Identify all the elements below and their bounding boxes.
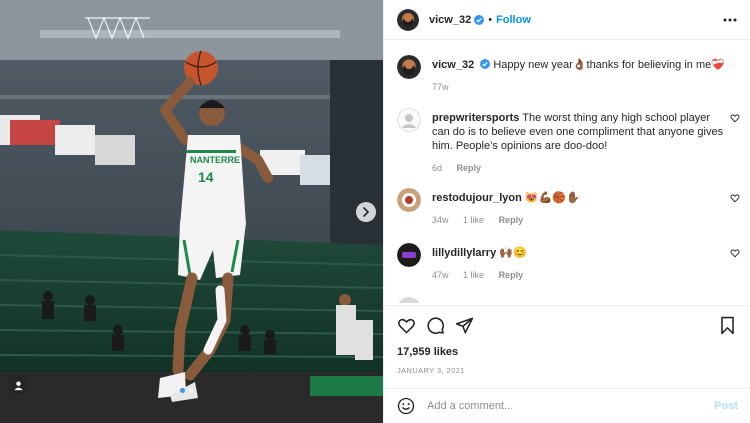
post-photo[interactable]: NANTERRE 14: [0, 0, 383, 423]
save-icon[interactable]: [719, 316, 736, 335]
comment-age: 47w: [432, 270, 449, 280]
follow-button[interactable]: Follow: [496, 14, 531, 26]
comment-username[interactable]: prepwritersports: [432, 112, 519, 124]
like-icon[interactable]: [397, 316, 416, 335]
comment-age: 34w: [432, 215, 449, 225]
verified-icon: [474, 14, 485, 25]
user-tags-button[interactable]: [8, 375, 28, 395]
like-icon[interactable]: [730, 113, 740, 123]
emoji-icon[interactable]: [397, 397, 415, 415]
comment-text: 😻💪🏾🏀✋🏾: [524, 192, 580, 204]
next-photo-button[interactable]: [356, 202, 376, 222]
caption-username[interactable]: vicw_32: [432, 59, 474, 71]
caption-age: 77w: [432, 82, 449, 92]
reply-button[interactable]: Reply: [499, 270, 524, 280]
like-icon[interactable]: [730, 193, 740, 203]
comment-age: 6d: [432, 163, 443, 173]
like-icon[interactable]: [730, 248, 740, 258]
post-media: NANTERRE 14: [0, 0, 383, 423]
action-bar: [384, 305, 750, 346]
avatar[interactable]: [397, 243, 421, 267]
jersey-text: NANTERRE: [190, 155, 240, 165]
user-tag-icon: [13, 380, 23, 390]
verified-icon: [480, 59, 491, 69]
reply-button[interactable]: Reply: [457, 163, 482, 173]
comment-text: 🙌🏾😊: [499, 247, 527, 259]
avatar[interactable]: [397, 108, 421, 132]
comment-likes[interactable]: 1 like: [463, 270, 484, 280]
carousel-dot: [189, 388, 194, 393]
separator: •: [488, 13, 493, 26]
post-side-panel: vicw_32 • Follow vicw_32 Happy new year👌…: [383, 0, 750, 423]
author-username[interactable]: vicw_32: [429, 14, 471, 26]
comments-list[interactable]: vicw_32 Happy new year👌🏾thanks for belie…: [384, 41, 750, 303]
carousel-indicator: [180, 388, 194, 393]
avatar[interactable]: [397, 55, 421, 79]
more-icon[interactable]: [723, 13, 737, 27]
carousel-dot-active: [180, 388, 185, 393]
post-date: JANUARY 3, 2021: [397, 366, 465, 375]
post-comment-button[interactable]: Post: [714, 400, 738, 412]
avatar[interactable]: [397, 297, 421, 303]
comment-composer: Post: [384, 388, 750, 423]
avatar[interactable]: [397, 8, 419, 31]
reply-button[interactable]: Reply: [499, 215, 524, 225]
jersey-number: 14: [198, 169, 214, 185]
comment-username[interactable]: restodujour_lyon: [432, 192, 522, 204]
caption-text: Happy new year👌🏾thanks for believing in …: [493, 59, 725, 71]
comment-username[interactable]: lillydillylarry: [432, 247, 496, 259]
post-header: vicw_32 • Follow: [384, 0, 750, 40]
instagram-post: NANTERRE 14 vicw_32 • Follow vicw_32 Hap…: [0, 0, 750, 423]
like-count[interactable]: 17,959 likes: [397, 346, 458, 358]
chevron-right-icon: [363, 207, 370, 217]
comment-likes[interactable]: 1 like: [463, 215, 484, 225]
comment-icon[interactable]: [426, 316, 445, 335]
avatar[interactable]: [397, 188, 421, 212]
comment-input[interactable]: [427, 400, 697, 412]
share-icon[interactable]: [455, 316, 474, 335]
